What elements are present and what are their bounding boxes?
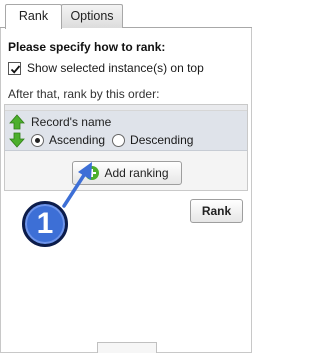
move-up-arrow-icon[interactable] — [9, 114, 25, 130]
tab-rank[interactable]: Rank — [5, 4, 62, 29]
ascending-label: Ascending — [49, 133, 106, 147]
callout-arrow-icon — [62, 162, 92, 208]
ranking-field-name: Record's name — [31, 115, 112, 129]
order-label: After that, rank by this order: — [8, 87, 160, 101]
show-selected-row[interactable]: Show selected instance(s) on top — [8, 61, 204, 75]
rank-heading: Please specify how to rank: — [8, 40, 166, 54]
ranking-item[interactable]: Record's name Ascending Descending — [5, 111, 247, 151]
rank-button[interactable]: Rank — [190, 199, 243, 223]
sort-direction-group: Ascending Descending — [31, 133, 200, 147]
show-selected-checkbox[interactable] — [8, 61, 21, 75]
show-selected-label: Show selected instance(s) on top — [27, 61, 204, 75]
checkmark-icon — [10, 64, 21, 74]
add-ranking-label: Add ranking — [104, 166, 169, 180]
tab-options[interactable]: Options — [61, 4, 123, 28]
step-callout-badge: 1 — [22, 201, 68, 247]
descending-label: Descending — [130, 133, 194, 147]
panel-resize-grip[interactable] — [97, 342, 157, 353]
move-down-arrow-icon[interactable] — [9, 132, 25, 148]
descending-radio[interactable] — [112, 133, 126, 147]
ascending-radio[interactable] — [31, 133, 44, 147]
tab-bar: Rank Options — [0, 0, 252, 29]
